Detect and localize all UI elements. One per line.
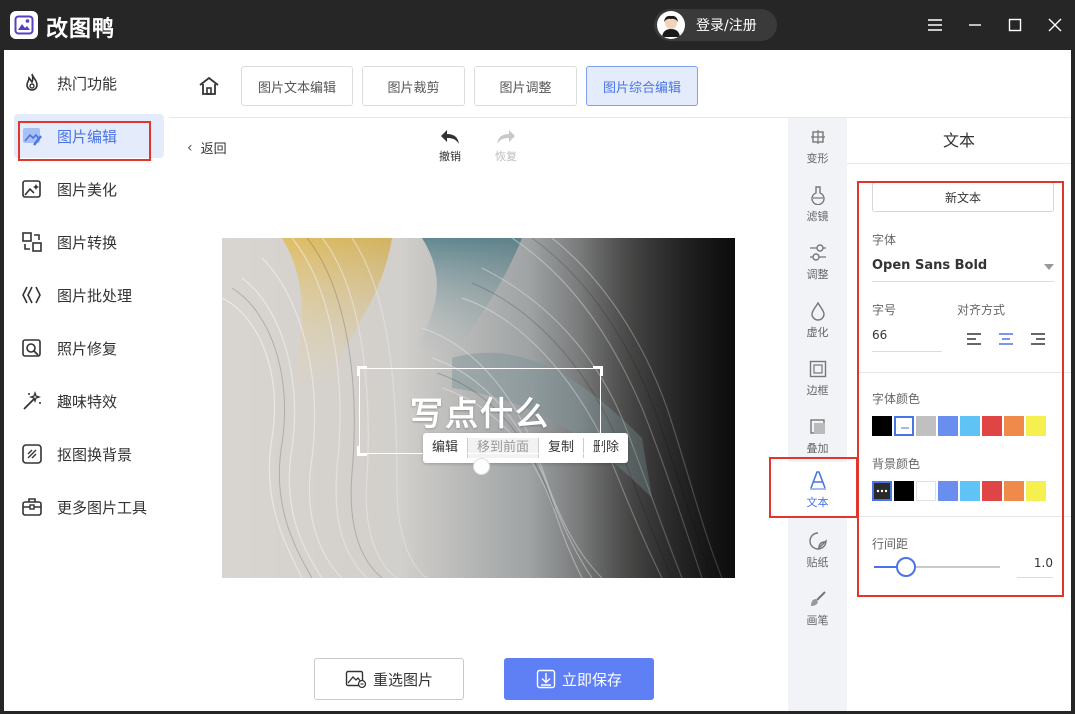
reselect-label: 重选图片 xyxy=(372,670,433,689)
sidebar-item-image-convert[interactable]: 图片转换 xyxy=(14,220,164,264)
tab-bar: 图片文本编辑 图片裁剪 图片调整 图片综合编辑 xyxy=(169,50,1071,118)
undo-icon xyxy=(441,130,459,144)
avatar xyxy=(657,11,685,39)
app-logo-icon xyxy=(10,11,38,39)
border-icon xyxy=(809,360,826,377)
transform-icon xyxy=(810,129,825,144)
save-label: 立即保存 xyxy=(561,670,622,689)
login-label: 登录/注册 xyxy=(696,18,757,34)
resize-handle-tl[interactable] xyxy=(357,366,367,376)
sidebar-item-photo-repair[interactable]: 照片修复 xyxy=(14,326,164,370)
overlay-icon xyxy=(809,418,825,434)
resize-handle-br[interactable] xyxy=(593,446,603,456)
tool-sticker[interactable]: 贴纸 xyxy=(788,522,847,578)
home-icon[interactable] xyxy=(197,74,221,98)
close-icon[interactable] xyxy=(1043,13,1067,37)
rotate-handle[interactable] xyxy=(473,458,490,475)
tool-transform[interactable]: 变形 xyxy=(788,118,847,174)
sidebar-item-cutout[interactable]: 抠图换背景 xyxy=(14,432,164,476)
minimize-icon[interactable] xyxy=(963,13,987,37)
download-icon xyxy=(536,669,556,689)
save-now-button[interactable]: 立即保存 xyxy=(504,658,654,700)
brush-icon xyxy=(810,590,826,606)
tool-adjust[interactable]: 调整 xyxy=(788,234,847,290)
tab-image-comprehensive-edit[interactable]: 图片综合编辑 xyxy=(586,66,698,106)
redo-label: 恢复 xyxy=(495,150,517,163)
cutout-icon xyxy=(20,442,44,466)
toolbox-icon xyxy=(20,495,44,519)
menu-icon[interactable] xyxy=(923,13,947,37)
tool-highlight-box xyxy=(769,457,858,518)
sticker-icon xyxy=(808,531,827,550)
text-layer-box[interactable]: 写点什么 xyxy=(357,366,603,456)
resize-handle-bl[interactable] xyxy=(357,446,367,456)
image-icon xyxy=(345,670,367,689)
tool-filter[interactable]: 滤镜 xyxy=(788,176,847,232)
canvas-area: ‹ 返回 撤销 恢复 编辑 移到前面 复制 删除 写点什么 重选图片 立即保存 xyxy=(169,118,788,711)
batch-icon xyxy=(20,283,44,307)
back-button[interactable]: ‹ 返回 xyxy=(187,138,227,158)
sidebar-item-hot-features[interactable]: 热门功能 xyxy=(14,61,164,105)
fire-icon xyxy=(20,71,44,95)
redo-icon xyxy=(497,130,515,144)
tool-brush[interactable]: 画笔 xyxy=(788,580,847,636)
redo-button[interactable]: 恢复 xyxy=(486,128,526,164)
reselect-image-button[interactable]: 重选图片 xyxy=(314,658,464,700)
app-title: 改图鸭 xyxy=(46,17,116,42)
login-button[interactable]: 登录/注册 xyxy=(654,9,777,41)
sidebar-highlight-box xyxy=(18,121,151,161)
tab-image-adjust[interactable]: 图片调整 xyxy=(474,66,577,106)
tab-image-crop[interactable]: 图片裁剪 xyxy=(362,66,465,106)
image-beautify-icon xyxy=(20,177,44,201)
magic-wand-icon xyxy=(20,389,44,413)
tool-overlay[interactable]: 叠加 xyxy=(788,408,847,464)
back-label: 返回 xyxy=(200,142,227,157)
filter-icon xyxy=(810,185,825,205)
chevron-left-icon: ‹ xyxy=(187,139,193,156)
title-bar: 改图鸭 登录/注册 xyxy=(0,0,1075,50)
maximize-icon[interactable] xyxy=(1003,13,1027,37)
sidebar-item-batch[interactable]: 图片批处理 xyxy=(14,273,164,317)
undo-label: 撤销 xyxy=(439,150,461,163)
resize-handle-tr[interactable] xyxy=(593,366,603,376)
tool-border[interactable]: 边框 xyxy=(788,350,847,406)
image-convert-icon xyxy=(20,230,44,254)
tab-image-text-edit[interactable]: 图片文本编辑 xyxy=(241,66,353,106)
tool-strip: 变形 滤镜 调整 虚化 边框 叠加 文本 贴纸 画笔 xyxy=(788,118,847,711)
sidebar-item-image-beautify[interactable]: 图片美化 xyxy=(14,167,164,211)
sidebar-item-more-tools[interactable]: 更多图片工具 xyxy=(14,485,164,529)
blur-icon xyxy=(810,301,825,321)
sidebar-item-fun-effects[interactable]: 趣味特效 xyxy=(14,379,164,423)
undo-button[interactable]: 撤销 xyxy=(430,128,470,164)
photo-repair-icon xyxy=(20,336,44,360)
edited-image[interactable]: 编辑 移到前面 复制 删除 写点什么 xyxy=(222,238,735,578)
adjust-icon xyxy=(809,243,826,261)
tool-blur[interactable]: 虚化 xyxy=(788,292,847,348)
panel-title: 文本 xyxy=(847,118,1071,164)
panel-highlight-box xyxy=(857,181,1064,597)
text-layer-content: 写点什么 xyxy=(410,394,550,433)
